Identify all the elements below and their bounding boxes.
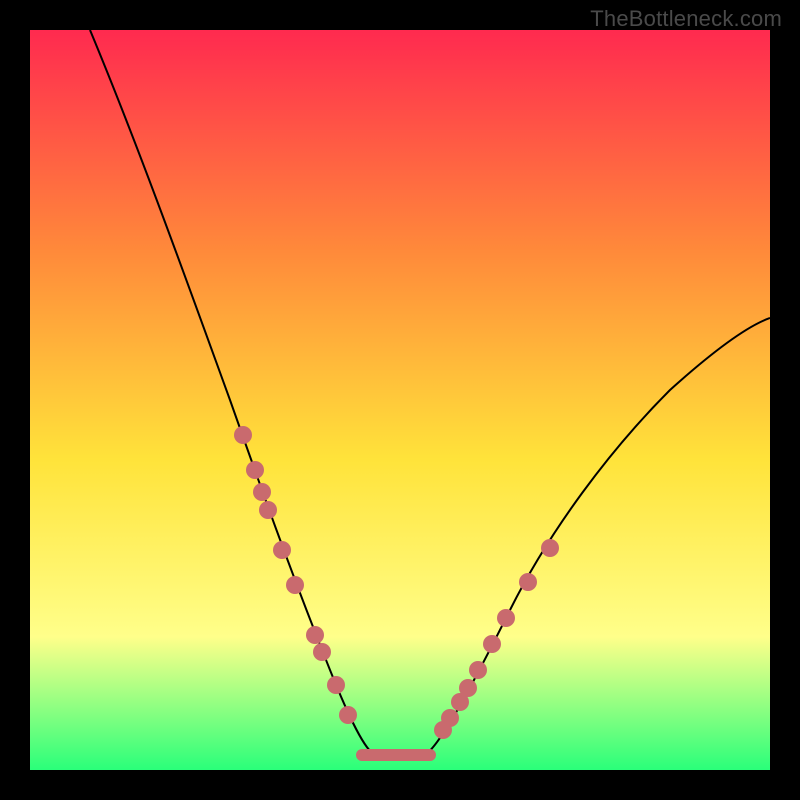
bottleneck-curve	[30, 30, 770, 770]
plot-area	[30, 30, 770, 770]
chart-frame: TheBottleneck.com	[0, 0, 800, 800]
highlight-dots-right	[434, 539, 559, 739]
highlight-dots-left	[234, 426, 357, 724]
watermark-text: TheBottleneck.com	[590, 6, 782, 32]
curve-left	[90, 30, 375, 755]
